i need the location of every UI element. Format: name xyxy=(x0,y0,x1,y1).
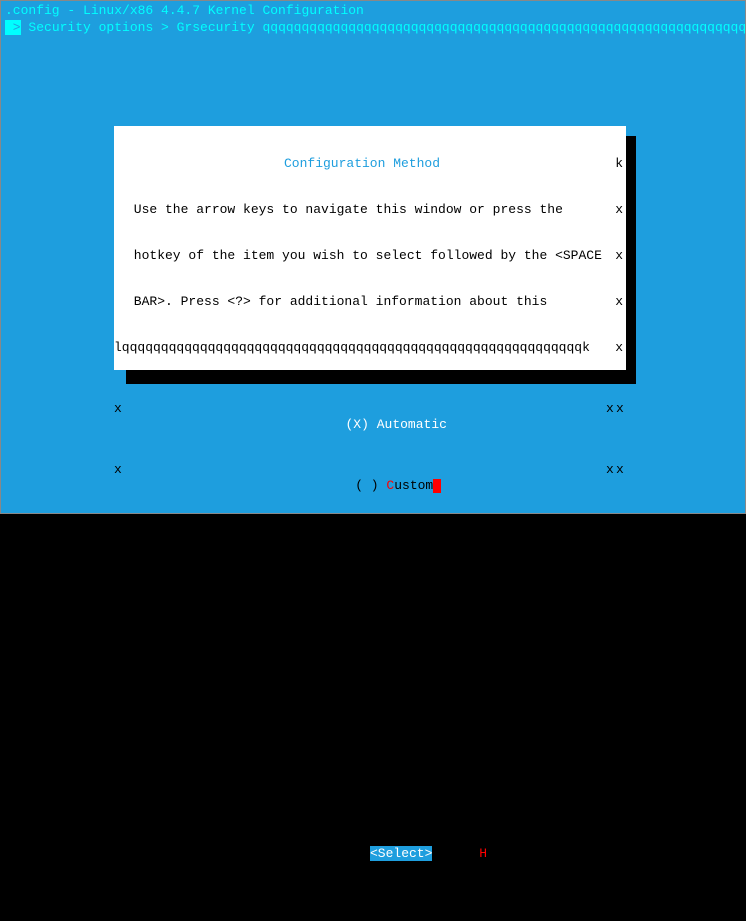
empty-row: m j x xyxy=(114,707,626,723)
help-text-line: BAR>. Press <?> for additional informati… xyxy=(114,294,626,310)
help-text-line: hotkey of the item you wish to select fo… xyxy=(114,248,626,264)
radio-marker: (X) xyxy=(345,417,368,432)
dialog-inner-border: lqqqqqqqqqqqqqqqqqqqqqqqqqqqqqqqqqqqqqqq… xyxy=(114,340,626,356)
dialog-bottom-border: qqqqqqqqqqqqqqqqqqqqqqqqqqqqqqqqqqqqqqqq… xyxy=(114,875,626,891)
button-row: <Select> < Help > x xyxy=(114,814,626,830)
config-dialog: Configuration Methodk Use the arrow keys… xyxy=(114,126,626,370)
empty-row: x x x xyxy=(114,523,626,539)
radio-hotkey: A xyxy=(377,417,385,432)
empty-row: u xyxy=(114,753,626,769)
empty-row: x x x xyxy=(114,661,626,677)
breadcrumb-fill: qqqqqqqqqqqqqqqqqqqqqqqqqqqqqqqqqqqqqqqq… xyxy=(255,20,745,35)
breadcrumb-arrow: > xyxy=(5,20,21,35)
radio-marker: ( ) xyxy=(355,478,378,493)
dialog-top-row: Configuration Methodk xyxy=(114,156,626,172)
radio-label: utomatic xyxy=(385,417,447,432)
breadcrumb-item[interactable]: Security options xyxy=(28,20,153,35)
select-button[interactable]: <Select> xyxy=(370,846,432,861)
cursor xyxy=(433,479,441,493)
terminal-window: .config - Linux/x86 4.4.7 Kernel Configu… xyxy=(1,1,745,513)
radio-label: ustom xyxy=(394,478,433,493)
radio-option-custom[interactable]: x ( ) Custom x x xyxy=(114,462,626,478)
empty-row: x x x xyxy=(114,615,626,631)
window-title: .config - Linux/x86 4.4.7 Kernel Configu… xyxy=(1,1,745,20)
dialog-title: Configuration Method xyxy=(114,156,610,172)
breadcrumb-item[interactable]: Grsecurity xyxy=(177,20,255,35)
empty-row: x x x xyxy=(114,569,626,585)
help-text-line: Use the arrow keys to navigate this wind… xyxy=(114,202,626,218)
radio-option-automatic[interactable]: x (X) Automatic x x xyxy=(114,401,626,417)
help-button[interactable]: < Help > xyxy=(464,846,526,861)
breadcrumb: > > Security options > Grsecurity qqqqqq… xyxy=(1,20,745,35)
